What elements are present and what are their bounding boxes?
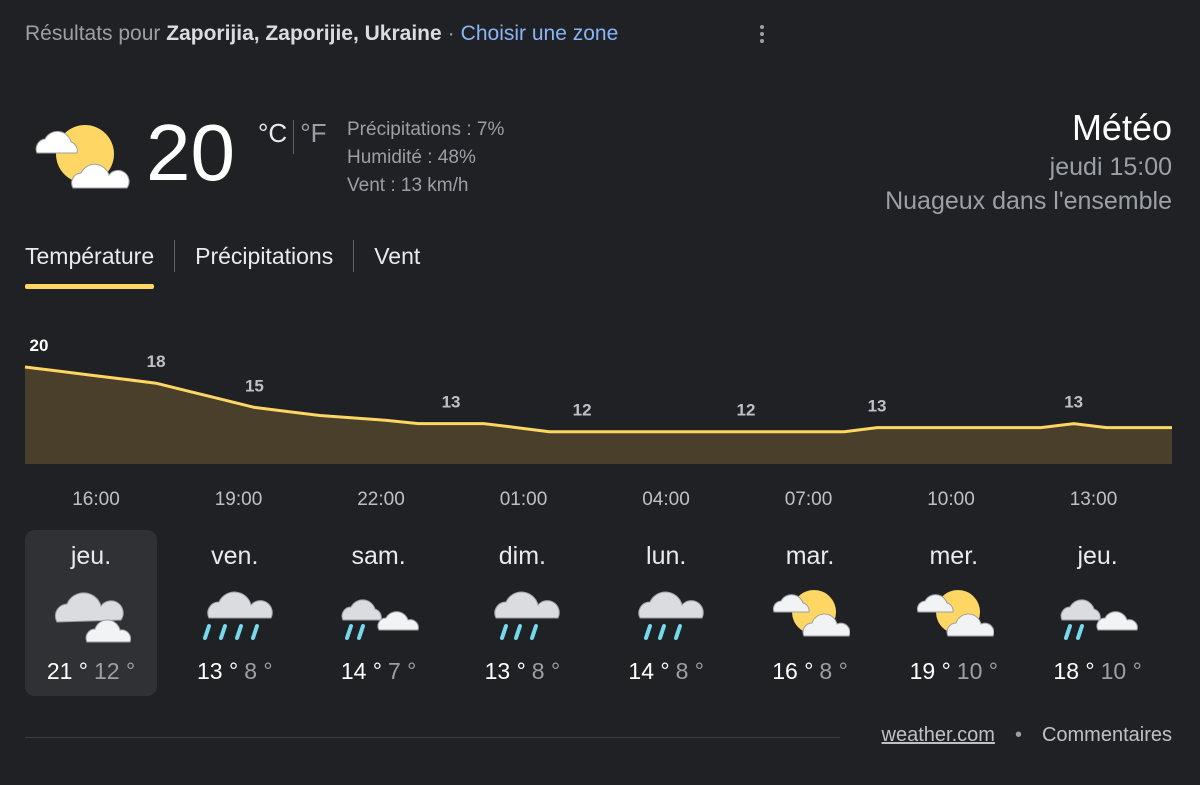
low-temperature: 8 ° [819, 658, 848, 684]
weather-details: Précipitations : 7% Humidité : 48% Vent … [347, 116, 504, 200]
x-tick-label: 13:00 [1070, 489, 1118, 510]
partly-cloudy-icon [35, 125, 130, 189]
day-forecast-card[interactable]: jeu. 18 ° 10 ° [1032, 530, 1164, 696]
tab-temperature[interactable]: Température [25, 238, 155, 290]
fahrenheit-toggle[interactable]: °F [300, 118, 326, 149]
tab-divider [353, 240, 355, 272]
footer: weather.com • Commentaires [882, 724, 1172, 747]
low-temperature: 10 ° [956, 658, 998, 684]
day-forecast-card[interactable]: lun. 14 ° 8 ° [600, 530, 732, 696]
day-name: mer. [929, 542, 979, 570]
tab-divider [174, 240, 176, 272]
low-temperature: 8 ° [675, 658, 704, 684]
partly-cloudy-icon [916, 590, 994, 637]
wind-detail: Vent : 13 km/h [347, 175, 469, 196]
temperature-data-label: 12 [573, 401, 592, 420]
day-temperatures: 21 ° 12 ° [25, 658, 157, 685]
x-tick-label: 07:00 [785, 489, 833, 510]
x-tick-label: 01:00 [500, 489, 548, 510]
partly-cloudy-icon [772, 590, 850, 637]
day-name: dim. [498, 542, 546, 570]
day-name: sam. [351, 542, 406, 570]
temperature-data-label: 13 [1064, 393, 1083, 412]
day-forecast-card[interactable]: mer. 19 ° 10 ° [888, 530, 1020, 696]
unit-divider [293, 120, 295, 154]
x-tick-label: 04:00 [642, 489, 690, 510]
temperature-data-label: 18 [147, 352, 166, 371]
more-vert-icon[interactable] [748, 18, 776, 50]
temperature-data-label: 13 [442, 393, 461, 412]
chart-tabs: Température Précipitations Vent [25, 238, 420, 290]
footer-bullet: • [1014, 724, 1022, 746]
x-tick-label: 16:00 [72, 489, 120, 510]
temperature-data-label: 12 [737, 401, 756, 420]
low-temperature: 8 ° [244, 658, 273, 684]
day-temperatures: 14 ° 7 ° [313, 658, 445, 685]
day-forecast-card[interactable]: ven. 13 ° 8 ° [169, 530, 301, 696]
results-prefix: Résultats pour [25, 22, 161, 45]
day-name: lun. [646, 542, 687, 570]
day-name: jeu. [1077, 542, 1118, 570]
high-temperature: 16 ° [772, 658, 814, 684]
location-name: Zaporijia, Zaporijie, Ukraine [166, 22, 442, 45]
day-temperatures: 13 ° 8 ° [456, 658, 588, 685]
high-temperature: 13 ° [484, 658, 526, 684]
tab-wind[interactable]: Vent [374, 238, 420, 290]
low-temperature: 12 ° [94, 658, 136, 684]
footer-divider [25, 737, 840, 738]
scattered-showers-icon [341, 599, 419, 640]
header-separator: · [447, 22, 455, 45]
scattered-showers-icon [1060, 599, 1138, 640]
day-temperatures: 13 ° 8 ° [169, 658, 301, 685]
day-temperatures: 18 ° 10 ° [1032, 658, 1164, 685]
low-temperature: 8 ° [531, 658, 561, 684]
temperature-data-label: 13 [868, 397, 887, 416]
weather-summary: Météo jeudi 15:00 Nuageux dans l'ensembl… [885, 106, 1172, 218]
high-temperature: 19 ° [909, 658, 951, 684]
light-rain-icon [638, 591, 704, 640]
unit-switch: °C °F [258, 118, 326, 154]
high-temperature: 14 ° [340, 658, 382, 684]
day-forecast-card[interactable]: dim. 13 ° 8 ° [456, 530, 588, 696]
temperature-data-label: 15 [245, 376, 264, 395]
current-temperature: 20 [146, 108, 235, 197]
low-temperature: 10 ° [1100, 658, 1142, 684]
cloudy-icon [54, 592, 131, 643]
high-temperature: 18 ° [1053, 658, 1095, 684]
source-link[interactable]: weather.com [882, 724, 995, 747]
rain-icon [202, 591, 273, 640]
weather-title: Météo [1071, 107, 1172, 148]
temperature-chart: 20 18 15 13 12 12 13 13 16:00 19:00 22:00 01:00 04:0… [24, 336, 1172, 510]
results-header: Résultats pour Zaporijia, Zaporijie, Ukr… [25, 20, 618, 48]
day-forecast-card[interactable]: sam. 14 ° 7 ° [313, 530, 445, 696]
humidity-detail: Humidité : 48% [347, 147, 476, 168]
x-tick-label: 22:00 [357, 489, 405, 510]
weather-time: jeudi 15:00 [1049, 153, 1172, 181]
temperature-data-label: 20 [30, 336, 49, 355]
daily-forecast: jeu. 21 ° 12 ° ven. 13 ° 8 ° sam. 14 ° 7 ° dim. 13… [25, 530, 1175, 696]
feedback-link[interactable]: Commentaires [1042, 724, 1172, 747]
light-rain-icon [494, 591, 561, 640]
weather-condition: Nuageux dans l'ensemble [885, 187, 1172, 215]
day-temperatures: 14 ° 8 ° [600, 658, 732, 685]
day-forecast-card[interactable]: jeu. 21 ° 12 ° [25, 530, 157, 696]
low-temperature: 7 ° [387, 658, 417, 684]
celsius-toggle[interactable]: °C [258, 118, 287, 149]
precipitation-detail: Précipitations : 7% [347, 119, 505, 140]
day-name: jeu. [70, 542, 112, 570]
day-name: ven. [211, 542, 259, 570]
high-temperature: 13 ° [197, 658, 239, 684]
tab-precipitation[interactable]: Précipitations [195, 238, 333, 290]
day-temperatures: 16 ° 8 ° [744, 658, 876, 685]
choose-zone-link[interactable]: Choisir une zone [461, 22, 619, 46]
x-tick-label: 19:00 [215, 489, 263, 510]
day-name: mar. [785, 542, 835, 570]
high-temperature: 14 ° [628, 658, 670, 684]
day-temperatures: 19 ° 10 ° [888, 658, 1020, 685]
x-tick-label: 10:00 [927, 489, 975, 510]
day-forecast-card[interactable]: mar. 16 ° 8 ° [744, 530, 876, 696]
high-temperature: 21 ° [46, 658, 88, 684]
temperature-area [25, 367, 1172, 464]
